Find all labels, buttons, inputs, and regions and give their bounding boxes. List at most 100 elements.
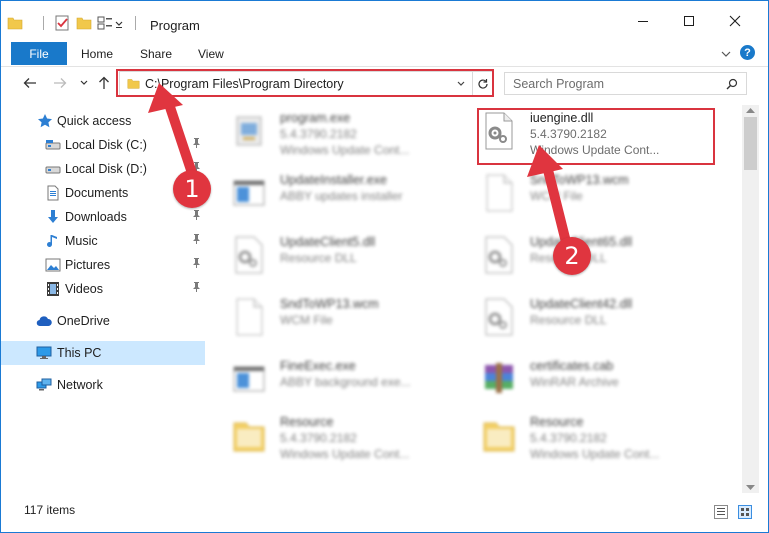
- details-view-icon: [717, 508, 725, 515]
- file-tile[interactable]: UpdateClient42.dll Resource DLL: [461, 291, 701, 351]
- blank-file-icon: [236, 298, 263, 336]
- music-icon: [47, 235, 57, 247]
- pictures-icon: [45, 258, 61, 272]
- customize-toolbar-chevron-icon[interactable]: [114, 19, 124, 29]
- sidebar-item-label: This PC: [57, 346, 102, 360]
- sidebar-item-label: OneDrive: [57, 314, 110, 328]
- minimize-button[interactable]: [620, 1, 665, 41]
- file-name: Resource: [280, 415, 334, 429]
- search-input[interactable]: Search Program: [513, 77, 604, 91]
- download-icon: [48, 210, 58, 223]
- sidebar-item-this-pc[interactable]: This PC: [1, 341, 205, 365]
- sidebar-item-downloads[interactable]: Downloads: [1, 205, 205, 229]
- sidebar-item-local-disk-d[interactable]: Local Disk (D:): [1, 157, 205, 181]
- documents-icon: [47, 185, 59, 201]
- window-title: Program: [150, 18, 200, 33]
- up-arrow-icon[interactable]: [97, 76, 111, 90]
- dll-gear-icon: [485, 298, 513, 336]
- ribbon: File Home Share View ?: [1, 42, 768, 66]
- file-description: WCM File: [280, 313, 333, 327]
- file-name: certificates.cab: [530, 359, 614, 373]
- sidebar-item-label: Local Disk (D:): [65, 162, 147, 176]
- file-name: program.exe: [280, 111, 351, 125]
- sidebar-item-label: Quick access: [57, 114, 132, 128]
- file-tile[interactable]: SndToWP13.wcm WCM File: [211, 291, 451, 351]
- sidebar-item-pictures[interactable]: Pictures: [1, 253, 205, 277]
- sidebar-item-network[interactable]: Network: [1, 373, 205, 397]
- tab-file[interactable]: File: [11, 42, 67, 65]
- sidebar-item-label: Documents: [65, 186, 129, 200]
- installer-icon: [236, 116, 262, 146]
- item-count: 117 items: [24, 503, 76, 517]
- file-tile[interactable]: UpdateClient5.dll Resource DLL: [211, 229, 451, 289]
- blank-file-icon: [486, 174, 513, 212]
- pin-icon[interactable]: [192, 258, 201, 271]
- toolbar-separator: [135, 16, 136, 30]
- pin-icon[interactable]: [192, 282, 201, 295]
- close-icon: [729, 15, 740, 27]
- vertical-scrollbar[interactable]: [742, 105, 759, 493]
- file-tile[interactable]: UpdateInstaller.exe ABBY updates install…: [211, 167, 451, 227]
- search-box[interactable]: Search Program: [504, 72, 747, 95]
- view-options-icon[interactable]: [97, 15, 113, 31]
- status-bar: 117 items: [1, 497, 768, 521]
- large-icons-view-button[interactable]: [738, 505, 752, 519]
- scroll-down-icon[interactable]: [746, 485, 755, 491]
- title-bar: Program: [1, 1, 768, 42]
- app-window-icon: [233, 180, 265, 206]
- properties-icon[interactable]: [54, 15, 70, 31]
- pin-icon[interactable]: [192, 234, 201, 247]
- sidebar-item-onedrive[interactable]: OneDrive: [1, 309, 205, 333]
- winrar-archive-icon: [485, 363, 513, 393]
- file-description: Resource DLL: [280, 251, 357, 265]
- file-description: Windows Update Cont...: [280, 447, 410, 461]
- computer-icon: [36, 346, 52, 359]
- sidebar-item-label: Music: [65, 234, 98, 248]
- file-description: WCM File: [530, 189, 583, 203]
- videos-icon: [47, 282, 59, 296]
- details-view-button[interactable]: [714, 505, 728, 519]
- file-tile[interactable]: SndToWP13.wcm WCM File: [461, 167, 701, 227]
- sidebar-item-quick-access[interactable]: Quick access: [1, 109, 205, 133]
- file-version: 5.4.3790.2182: [280, 431, 357, 445]
- file-tile[interactable]: certificates.cab WinRAR Archive: [461, 353, 701, 413]
- file-description: Windows Update Cont...: [280, 143, 410, 157]
- recent-locations-chevron-icon[interactable]: [79, 78, 89, 88]
- file-name: SndToWP13.wcm: [530, 173, 629, 187]
- file-explorer-window: Program File Home Share View ? C:\Progra…: [0, 0, 769, 533]
- file-version: 5.4.3790.2182: [280, 127, 357, 141]
- sidebar-item-label: Downloads: [65, 210, 127, 224]
- sidebar-item-local-disk-c[interactable]: Local Disk (C:): [1, 133, 205, 157]
- drive-icon: [45, 166, 61, 174]
- dll-gear-icon: [235, 236, 263, 274]
- maximize-button[interactable]: [666, 1, 711, 41]
- pin-icon[interactable]: [192, 210, 201, 223]
- new-folder-icon[interactable]: [76, 15, 92, 31]
- tab-view[interactable]: View: [198, 47, 224, 61]
- drive-icon: [45, 140, 61, 150]
- maximize-icon: [683, 16, 694, 26]
- file-tile[interactable]: Resource 5.4.3790.2182 Windows Update Co…: [211, 409, 451, 469]
- help-icon[interactable]: ?: [740, 45, 755, 60]
- close-button[interactable]: [712, 1, 757, 41]
- dll-gear-icon: [485, 236, 513, 274]
- pin-icon[interactable]: [192, 138, 201, 151]
- tab-share[interactable]: Share: [140, 47, 172, 61]
- expand-ribbon-icon[interactable]: [720, 48, 732, 60]
- file-tile[interactable]: program.exe 5.4.3790.2182 Windows Update…: [211, 105, 451, 165]
- sidebar-item-label: Local Disk (C:): [65, 138, 147, 152]
- scroll-up-icon[interactable]: [746, 107, 755, 113]
- sidebar-item-videos[interactable]: Videos: [1, 277, 205, 301]
- folder-icon: [233, 422, 265, 452]
- sidebar-item-music[interactable]: Music: [1, 229, 205, 253]
- sidebar-item-label: Pictures: [65, 258, 111, 272]
- step-badge-2: 2: [553, 237, 591, 275]
- search-icon[interactable]: [726, 78, 738, 90]
- scrollbar-thumb[interactable]: [744, 117, 757, 170]
- file-tile[interactable]: Resource 5.4.3790.2182 Windows Update Co…: [461, 409, 701, 469]
- file-tile[interactable]: FineExec.exe ABBY background exe...: [211, 353, 451, 413]
- file-description: WinRAR Archive: [530, 375, 619, 389]
- tab-home[interactable]: Home: [81, 47, 113, 61]
- back-arrow-icon[interactable]: [23, 76, 37, 90]
- forward-arrow-icon[interactable]: [53, 76, 67, 90]
